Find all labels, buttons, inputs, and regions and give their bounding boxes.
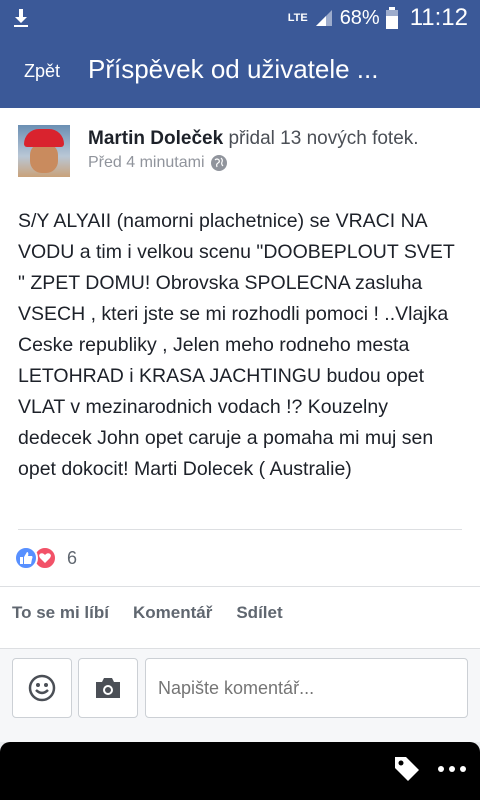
like-button[interactable]: To se mi líbí [12, 603, 109, 623]
post-card: Martin Doleček přidal 13 nových fotek. P… [0, 108, 480, 648]
post-actions: To se mi líbí Komentář Sdílet [12, 603, 283, 623]
timestamp[interactable]: Před 4 minutami [88, 154, 205, 172]
share-button[interactable]: Sdílet [236, 603, 282, 623]
like-reaction-icon [14, 546, 38, 570]
battery-icon [385, 7, 398, 29]
comment-button[interactable]: Komentář [133, 603, 212, 623]
signal-icon [315, 10, 332, 26]
photo-button[interactable] [78, 658, 138, 718]
divider [0, 586, 480, 587]
tag-icon[interactable] [392, 754, 422, 784]
post-action: přidal 13 nových fotek. [228, 128, 419, 149]
clock: 11:12 [409, 4, 468, 31]
network-type: LTE [287, 12, 308, 24]
post-body: S/Y ALYAII (namorni plachetnice) se VRAC… [18, 210, 455, 480]
post-header: Martin Doleček přidal 13 nových fotek. [88, 128, 419, 150]
globe-icon [210, 155, 227, 171]
post-meta: Před 4 minutami [88, 154, 227, 172]
comment-input[interactable] [145, 658, 468, 718]
smiley-icon [28, 674, 56, 702]
author-name[interactable]: Martin Doleček [88, 128, 223, 149]
page-title: Příspěvek od uživatele ... [88, 54, 379, 84]
status-bar: LTE 68% 11:12 [0, 0, 480, 36]
app-header: Zpět Příspěvek od uživatele ... [0, 36, 480, 108]
divider [18, 529, 462, 530]
sticker-button[interactable] [12, 658, 72, 718]
comment-bar [0, 648, 480, 742]
more-options-icon[interactable] [438, 754, 474, 784]
reactions-summary[interactable]: 6 [14, 546, 77, 570]
reaction-count: 6 [67, 547, 78, 568]
camera-icon [96, 678, 120, 698]
avatar[interactable] [18, 125, 70, 177]
back-button[interactable]: Zpět [24, 61, 60, 82]
photo-strip [0, 742, 480, 800]
battery-percent: 68% [339, 6, 380, 29]
download-icon [14, 9, 28, 27]
